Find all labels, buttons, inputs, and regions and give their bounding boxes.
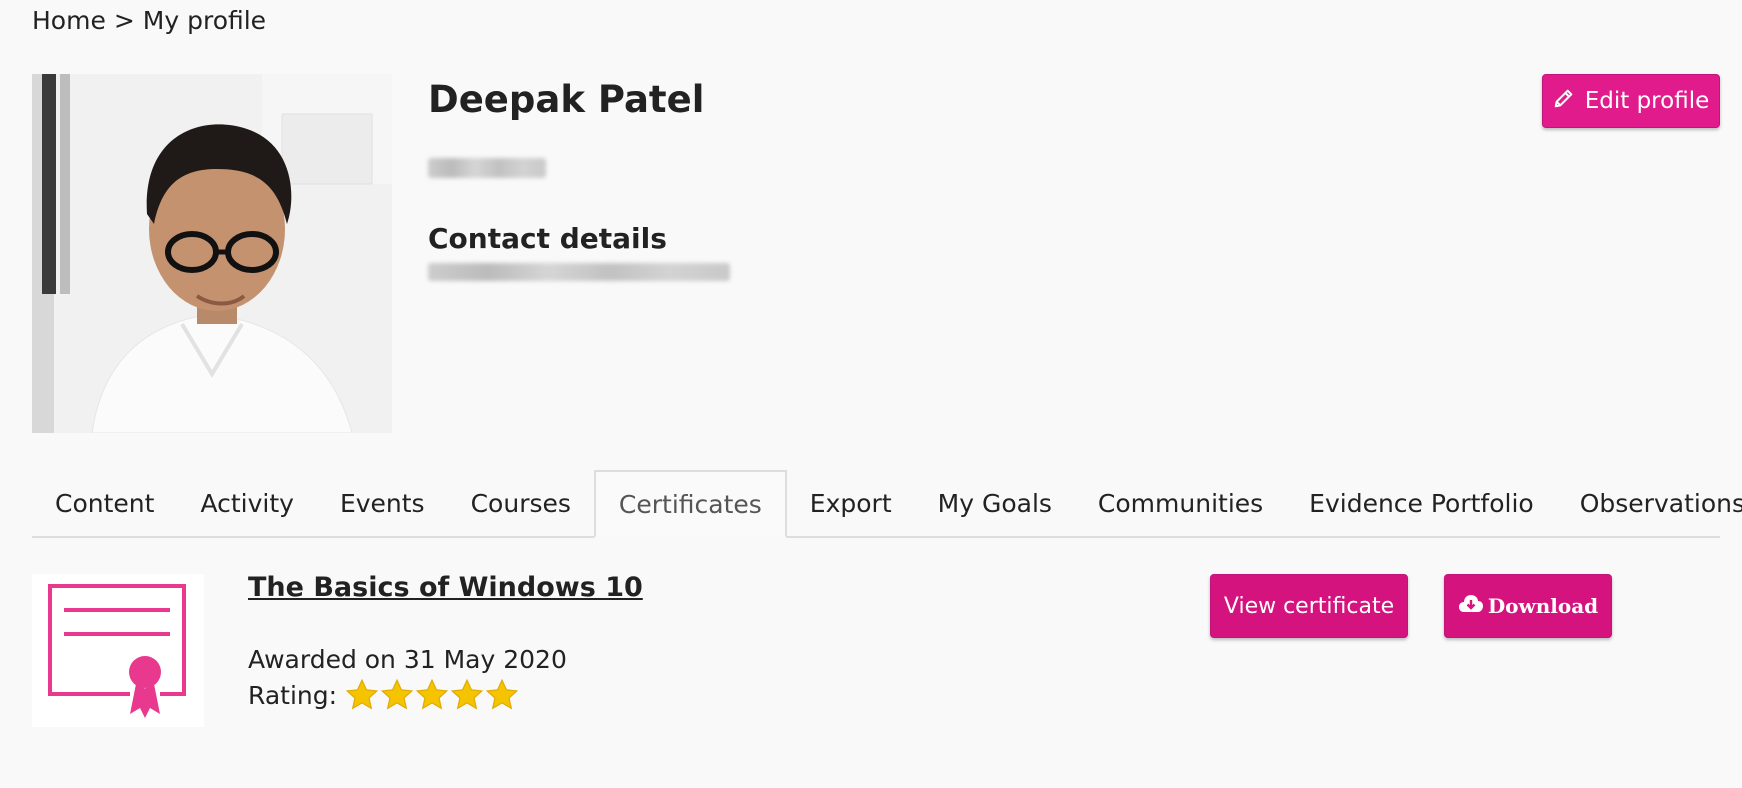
tab-courses[interactable]: Courses [448,470,594,536]
tab-export[interactable]: Export [787,470,915,536]
tab-activity[interactable]: Activity [177,470,317,536]
tab-my-goals[interactable]: My Goals [915,470,1075,536]
profile-name: Deepak Patel [428,78,705,121]
star-icon [415,678,449,710]
tab-evidence-portfolio[interactable]: Evidence Portfolio [1286,470,1557,536]
tab-communities[interactable]: Communities [1075,470,1286,536]
rating-label: Rating: [248,680,338,710]
edit-profile-label: Edit profile [1584,88,1710,114]
tab-events[interactable]: Events [317,470,448,536]
certificate-icon [32,574,204,727]
breadcrumb-separator: > [113,6,135,35]
rating-stars [345,678,519,712]
profile-tabs: Content Activity Events Courses Certific… [32,470,1742,538]
download-label: Download [1487,594,1599,618]
contact-details-heading: Contact details [428,222,667,255]
breadcrumb-current: My profile [142,6,267,35]
download-certificate-button[interactable]: Download [1444,574,1612,638]
tab-observations[interactable]: Observations [1557,470,1742,536]
cloud-download-icon [1458,593,1484,620]
breadcrumb: Home > My profile [32,6,266,35]
edit-profile-button[interactable]: Edit profile [1542,74,1720,128]
contact-email-redacted [428,263,730,281]
avatar [32,74,392,433]
star-icon [450,678,484,710]
pencil-icon [1553,87,1575,115]
view-certificate-button[interactable]: View certificate [1210,574,1408,638]
star-icon [485,678,519,710]
tab-certificates[interactable]: Certificates [593,470,787,538]
breadcrumb-home-link[interactable]: Home [32,6,106,35]
profile-job-title-redacted [428,158,546,178]
profile-page: Home > My profile Deepak Patel Contact det… [0,0,1742,788]
certificate-awarded-date: Awarded on 31 May 2020 [248,645,567,674]
star-icon [345,678,379,710]
certificate-rating: Rating: [248,678,519,712]
star-icon [380,678,414,710]
certificate-title-link[interactable]: The Basics of Windows 10 [248,572,643,603]
tab-content[interactable]: Content [32,470,177,536]
